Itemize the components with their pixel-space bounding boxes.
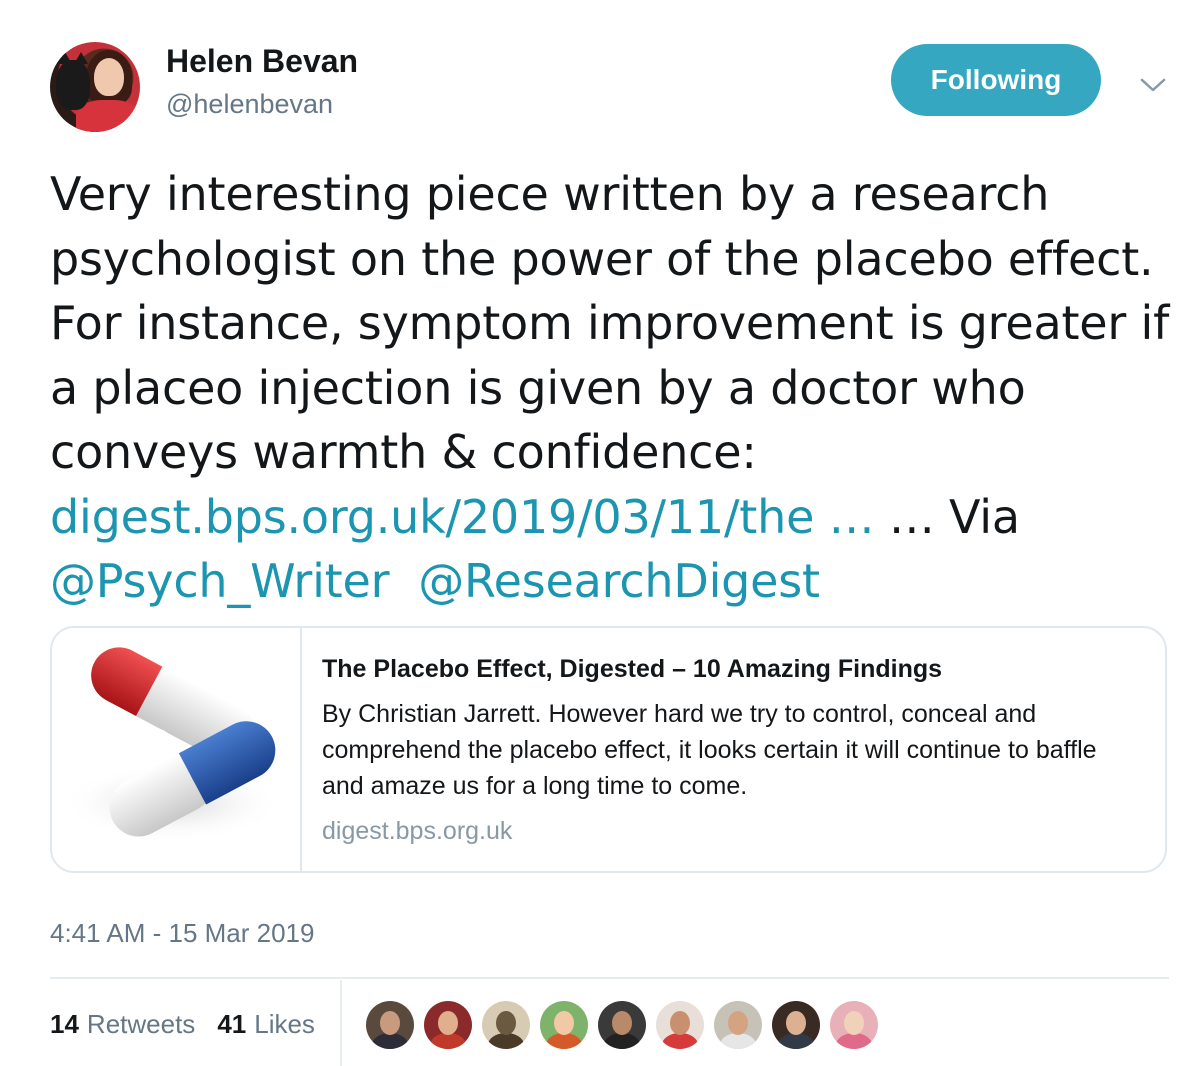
author-display-name[interactable]: Helen Bevan [166, 41, 358, 81]
mention-research-digest[interactable]: @ResearchDigest [418, 554, 820, 608]
card-description: By Christian Jarrett. However hard we tr… [322, 700, 1097, 800]
likes-label: Likes [254, 1008, 315, 1039]
tweet-stats: 14 Retweets 41 Likes [50, 1004, 337, 1044]
liker-avatar[interactable] [656, 1001, 704, 1049]
author-handle[interactable]: @helenbevan [166, 87, 333, 121]
pill-capsules-image [52, 628, 302, 871]
tweet-timestamp[interactable]: 4:41 AM - 15 Mar 2019 [50, 915, 314, 951]
card-domain: digest.bps.org.uk [322, 817, 513, 845]
retweets-stat[interactable]: 14 Retweets [50, 1009, 195, 1040]
retweets-label: Retweets [86, 1008, 196, 1039]
author-avatar[interactable] [50, 42, 140, 132]
tweet-text: Very interesting piece written by a rese… [50, 162, 1170, 614]
liker-avatars [366, 1001, 888, 1049]
tweet-text-intro: Very interesting piece written by a rese… [50, 167, 1170, 479]
likes-stat[interactable]: 41 Likes [217, 1009, 315, 1040]
divider [50, 977, 1169, 979]
tweet-text-via: … Via [874, 489, 1020, 544]
card-body: The Placebo Effect, Digested – 10 Amazin… [322, 648, 1142, 848]
likes-count: 41 [217, 1008, 247, 1039]
chevron-down-icon[interactable] [1138, 70, 1168, 100]
liker-avatar[interactable] [424, 1001, 472, 1049]
card-title[interactable]: The Placebo Effect, Digested – 10 Amazin… [322, 652, 1142, 686]
liker-avatar[interactable] [482, 1001, 530, 1049]
liker-avatar[interactable] [830, 1001, 878, 1049]
following-button[interactable]: Following [891, 44, 1101, 116]
liker-avatar[interactable] [714, 1001, 762, 1049]
liker-avatar[interactable] [772, 1001, 820, 1049]
tweet: Helen Bevan @helenbevan Following Very i… [0, 0, 1195, 1066]
liker-avatar[interactable] [366, 1001, 414, 1049]
liker-avatar[interactable] [598, 1001, 646, 1049]
mention-psych-writer[interactable]: @Psych_Writer [50, 554, 390, 608]
stats-separator [340, 980, 342, 1066]
link-preview-card[interactable]: The Placebo Effect, Digested – 10 Amazin… [50, 626, 1167, 873]
liker-avatar[interactable] [540, 1001, 588, 1049]
article-link[interactable]: digest.bps.org.uk/2019/03/11/the … [50, 490, 875, 544]
cat-icon [56, 52, 90, 110]
retweets-count: 14 [50, 1008, 79, 1039]
